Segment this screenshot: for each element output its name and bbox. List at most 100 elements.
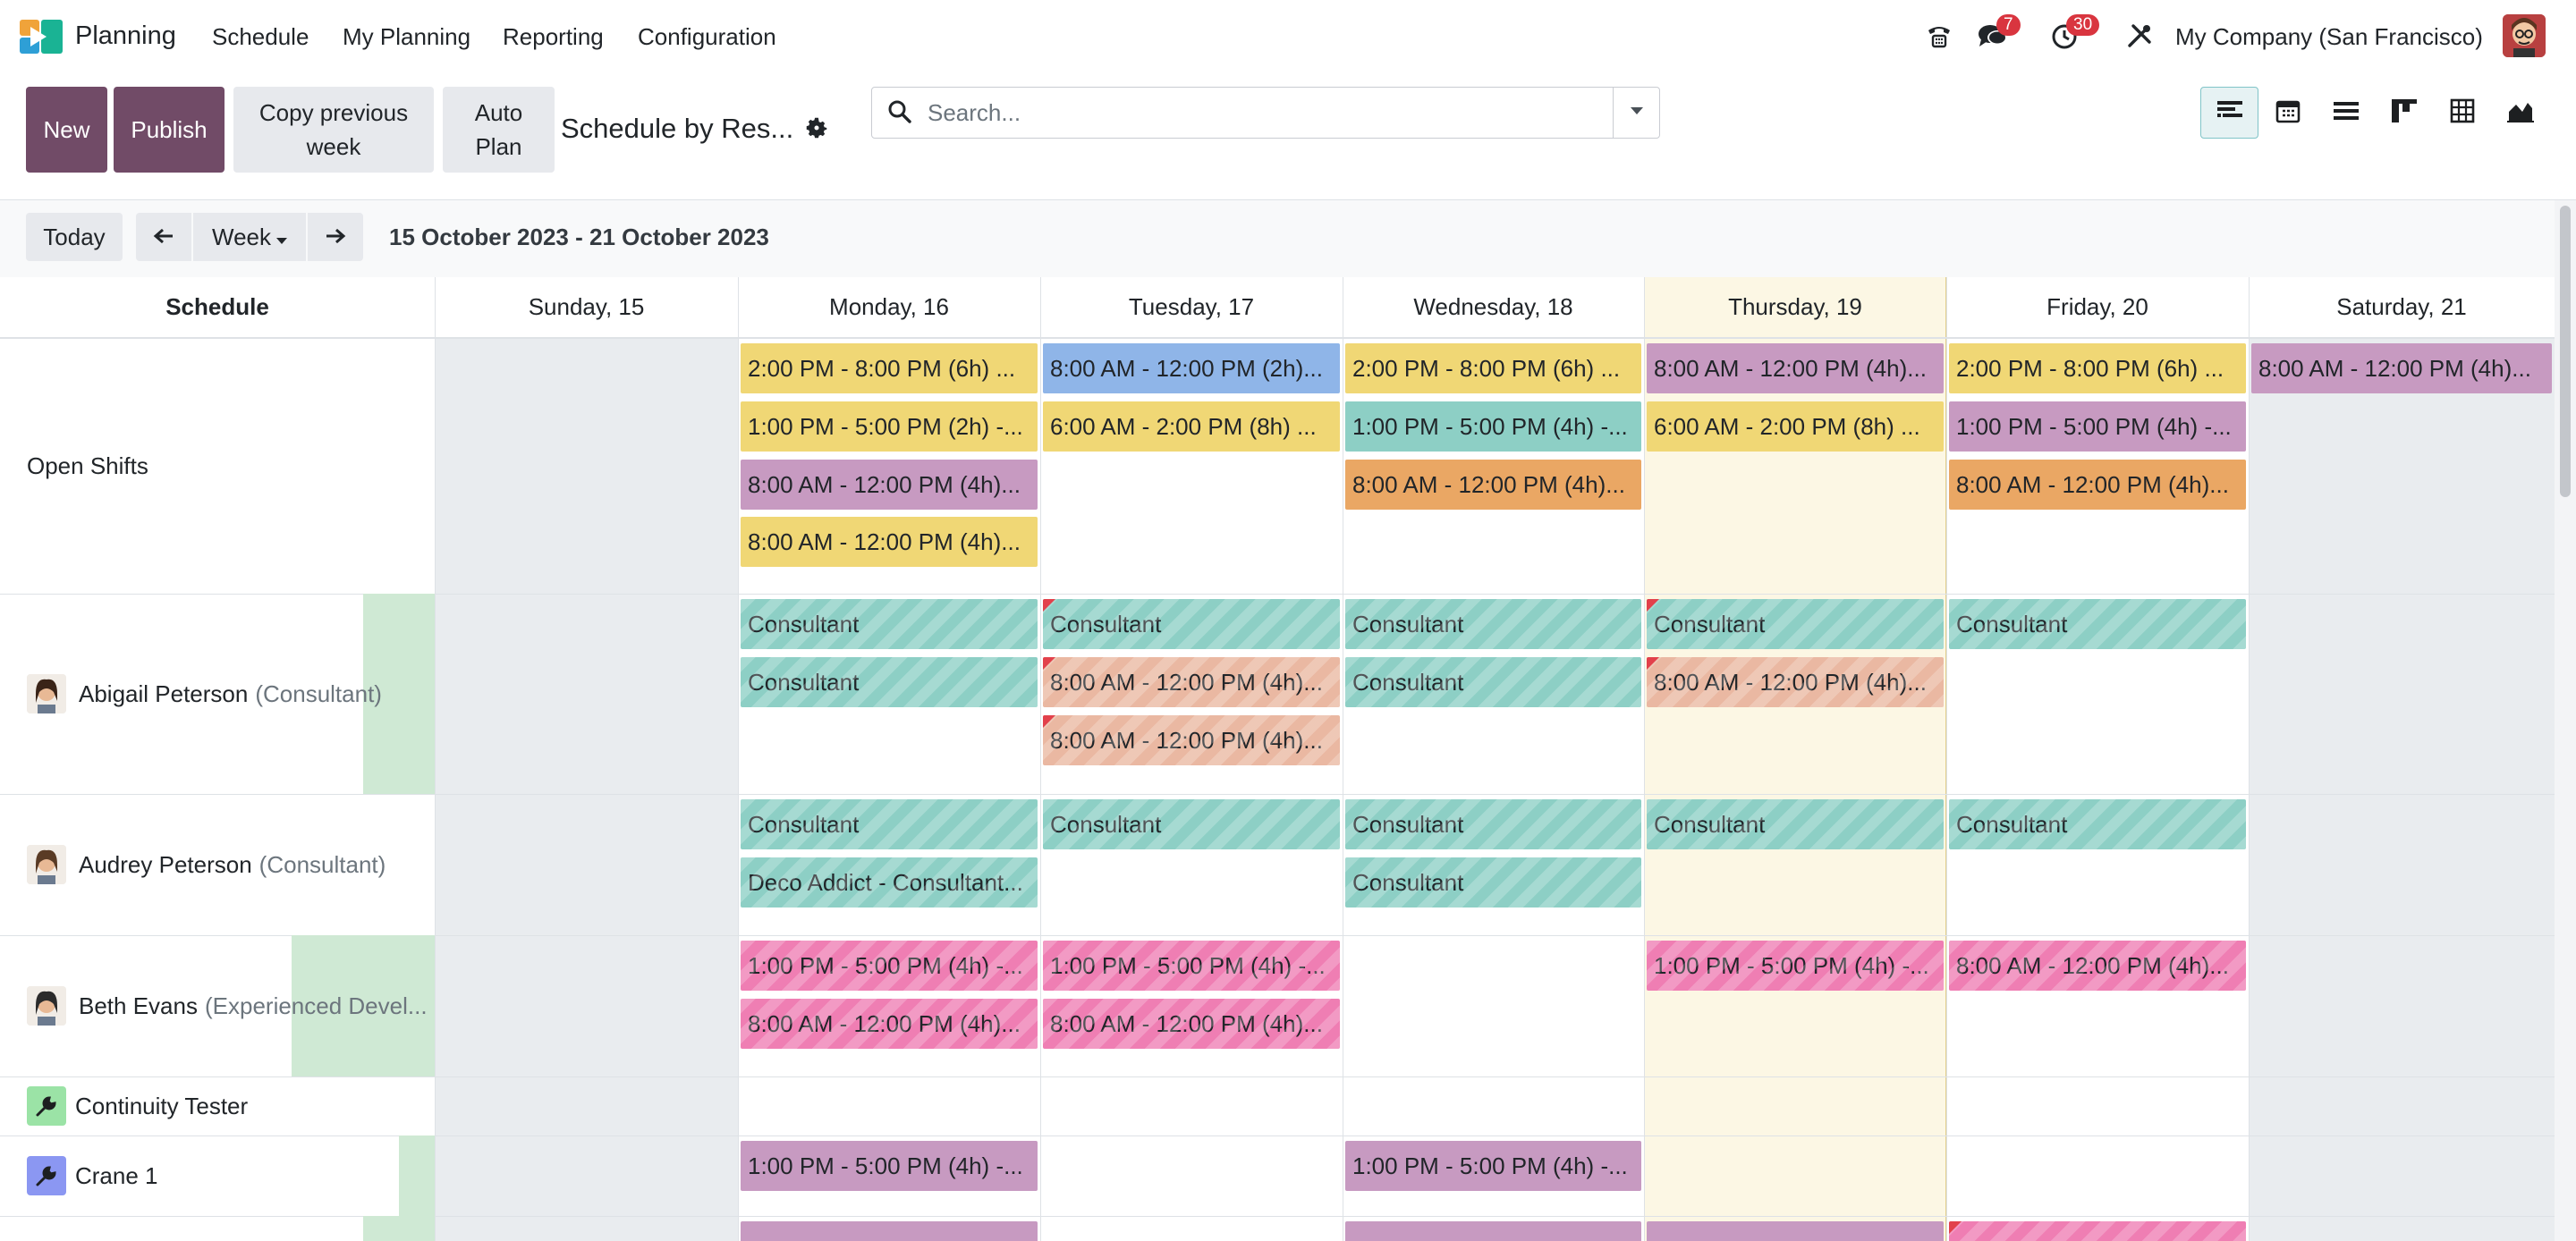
- row-name: Open Shifts: [27, 452, 148, 479]
- row-label[interactable]: Abigail Peterson (Consultant): [0, 594, 435, 794]
- shift-pill[interactable]: 1:00 PM - 5:00 PM (4h) -...: [741, 941, 1038, 991]
- pivot-view-button[interactable]: [2433, 87, 2491, 139]
- shift-pill-partial[interactable]: [1647, 1221, 1944, 1241]
- previous-button[interactable]: [136, 213, 191, 261]
- shift-pill[interactable]: 8:00 AM - 12:00 PM (4h)...: [1647, 657, 1944, 707]
- shift-pill[interactable]: 8:00 AM - 12:00 PM (4h)...: [1949, 941, 2246, 991]
- menu-schedule[interactable]: Schedule: [212, 23, 309, 51]
- phone-icon[interactable]: [1923, 20, 1955, 52]
- schedule-column-header: Schedule: [0, 277, 435, 338]
- menu-reporting[interactable]: Reporting: [503, 23, 604, 51]
- planning-app-logo[interactable]: [20, 20, 63, 54]
- shift-pill[interactable]: Consultant: [1345, 657, 1641, 707]
- menu-configuration[interactable]: Configuration: [638, 23, 776, 51]
- shift-pill[interactable]: Consultant: [1345, 857, 1641, 908]
- date-range-label: 15 October 2023 - 21 October 2023: [389, 224, 769, 250]
- graph-view-button[interactable]: [2491, 87, 2549, 139]
- scrollbar-thumb[interactable]: [2560, 206, 2571, 497]
- top-navbar: Planning Schedule My Planning Reporting …: [0, 0, 2576, 73]
- shift-pill[interactable]: 8:00 AM - 12:00 PM (4h)...: [741, 460, 1038, 510]
- row-label[interactable]: Continuity Tester: [0, 1076, 435, 1135]
- day-header: Saturday, 21: [2249, 277, 2555, 338]
- day-header: Wednesday, 18: [1343, 277, 1644, 338]
- messages-badge: 7: [1996, 14, 2021, 36]
- tools-icon[interactable]: [2123, 20, 2156, 52]
- shift-pill[interactable]: Consultant: [1949, 799, 2246, 849]
- auto-plan-button[interactable]: Auto Plan: [443, 87, 555, 173]
- search-options-toggle[interactable]: [1613, 88, 1659, 138]
- new-button[interactable]: New: [26, 87, 107, 173]
- today-button[interactable]: Today: [26, 213, 123, 261]
- shift-pill[interactable]: Consultant: [1043, 799, 1340, 849]
- shift-pill[interactable]: 8:00 AM - 12:00 PM (4h)...: [1043, 999, 1340, 1049]
- shift-pill[interactable]: Consultant: [1647, 799, 1944, 849]
- app-name[interactable]: Planning: [75, 21, 176, 51]
- menu-my-planning[interactable]: My Planning: [343, 23, 470, 51]
- day-divider: [738, 277, 739, 1241]
- shift-pill[interactable]: 2:00 PM - 8:00 PM (6h) ...: [741, 343, 1038, 393]
- shift-pill[interactable]: Consultant: [1043, 599, 1340, 649]
- shift-pill[interactable]: 8:00 AM - 12:00 PM (4h)...: [1345, 460, 1641, 510]
- shift-pill[interactable]: Consultant: [1345, 799, 1641, 849]
- row-role: (Experienced Devel...: [204, 992, 428, 1019]
- gantt-view-button[interactable]: [2200, 87, 2258, 139]
- shift-pill[interactable]: 1:00 PM - 5:00 PM (4h) -...: [1345, 401, 1641, 452]
- shift-pill[interactable]: Consultant: [741, 799, 1038, 849]
- list-view-button[interactable]: [2317, 87, 2375, 139]
- activities-clock-icon[interactable]: 30: [2048, 14, 2100, 52]
- activities-badge: 30: [2066, 14, 2100, 36]
- shift-pill[interactable]: Consultant: [1345, 599, 1641, 649]
- shift-pill[interactable]: Deco Addict - Consultant...: [741, 857, 1038, 908]
- shift-pill[interactable]: 1:00 PM - 5:00 PM (4h) -...: [1043, 941, 1340, 991]
- shift-pill[interactable]: 6:00 AM - 2:00 PM (8h) ...: [1043, 401, 1340, 452]
- shift-pill[interactable]: 2:00 PM - 8:00 PM (6h) ...: [1949, 343, 2246, 393]
- copy-previous-week-button[interactable]: Copy previous week: [233, 87, 434, 173]
- next-button[interactable]: [308, 213, 363, 261]
- wrench-icon: [27, 1156, 66, 1195]
- scale-dropdown[interactable]: Week: [193, 213, 306, 261]
- vertical-scrollbar[interactable]: [2555, 200, 2576, 1241]
- shift-pill[interactable]: Consultant: [741, 657, 1038, 707]
- kanban-view-button[interactable]: [2375, 87, 2433, 139]
- shift-pill[interactable]: 8:00 AM - 12:00 PM (4h)...: [2251, 343, 2552, 393]
- row-label[interactable]: Audrey Peterson (Consultant): [0, 794, 435, 935]
- shift-pill[interactable]: 1:00 PM - 5:00 PM (4h) -...: [1647, 941, 1944, 991]
- shift-pill-partial[interactable]: [1345, 1221, 1641, 1241]
- day-divider: [1644, 277, 1645, 1241]
- row-label[interactable]: Beth Evans (Experienced Devel...: [0, 935, 435, 1076]
- row-name: Crane 1: [75, 1161, 158, 1189]
- shift-pill-partial[interactable]: [741, 1221, 1038, 1241]
- search-icon: [886, 98, 913, 130]
- row-name: Beth Evans: [79, 992, 198, 1019]
- row-label[interactable]: Crane 1: [0, 1135, 435, 1216]
- shift-pill[interactable]: 6:00 AM - 2:00 PM (8h) ...: [1647, 401, 1944, 452]
- shift-pill[interactable]: Consultant: [1949, 599, 2246, 649]
- row-label[interactable]: Open Shifts: [0, 338, 435, 594]
- shift-pill[interactable]: 8:00 AM - 12:00 PM (4h)...: [1647, 343, 1944, 393]
- day-header: Monday, 16: [738, 277, 1040, 338]
- shift-pill[interactable]: 2:00 PM - 8:00 PM (6h) ...: [1345, 343, 1641, 393]
- company-switcher[interactable]: My Company (San Francisco): [2175, 23, 2483, 51]
- calendar-view-button[interactable]: [2258, 87, 2317, 139]
- shift-pill[interactable]: 1:00 PM - 5:00 PM (4h) -...: [1949, 401, 2246, 452]
- shift-pill[interactable]: 8:00 AM - 12:00 PM (4h)...: [741, 999, 1038, 1049]
- weekend-column-bg: [2249, 338, 2555, 1241]
- search-input[interactable]: [928, 98, 1607, 127]
- shift-pill[interactable]: 8:00 AM - 12:00 PM (4h)...: [1949, 460, 2246, 510]
- publish-button[interactable]: Publish: [114, 87, 225, 173]
- shift-pill[interactable]: 1:00 PM - 5:00 PM (4h) -...: [1345, 1141, 1641, 1191]
- messages-icon[interactable]: 7: [1977, 14, 2021, 52]
- shift-pill[interactable]: 1:00 PM - 5:00 PM (2h) -...: [741, 401, 1038, 452]
- shift-pill[interactable]: Consultant: [741, 599, 1038, 649]
- shift-pill-partial[interactable]: [1949, 1221, 2246, 1241]
- row-allocation-progress: [363, 1216, 435, 1241]
- shift-pill[interactable]: Consultant: [1647, 599, 1944, 649]
- shift-pill[interactable]: 8:00 AM - 12:00 PM (2h)...: [1043, 343, 1340, 393]
- user-avatar[interactable]: [2503, 14, 2546, 57]
- list-icon: [2333, 100, 2359, 126]
- shift-pill[interactable]: 1:00 PM - 5:00 PM (4h) -...: [741, 1141, 1038, 1191]
- shift-pill[interactable]: 8:00 AM - 12:00 PM (4h)...: [1043, 657, 1340, 707]
- shift-pill[interactable]: 8:00 AM - 12:00 PM (4h)...: [1043, 715, 1340, 765]
- gear-icon[interactable]: [803, 114, 830, 146]
- shift-pill[interactable]: 8:00 AM - 12:00 PM (4h)...: [741, 517, 1038, 567]
